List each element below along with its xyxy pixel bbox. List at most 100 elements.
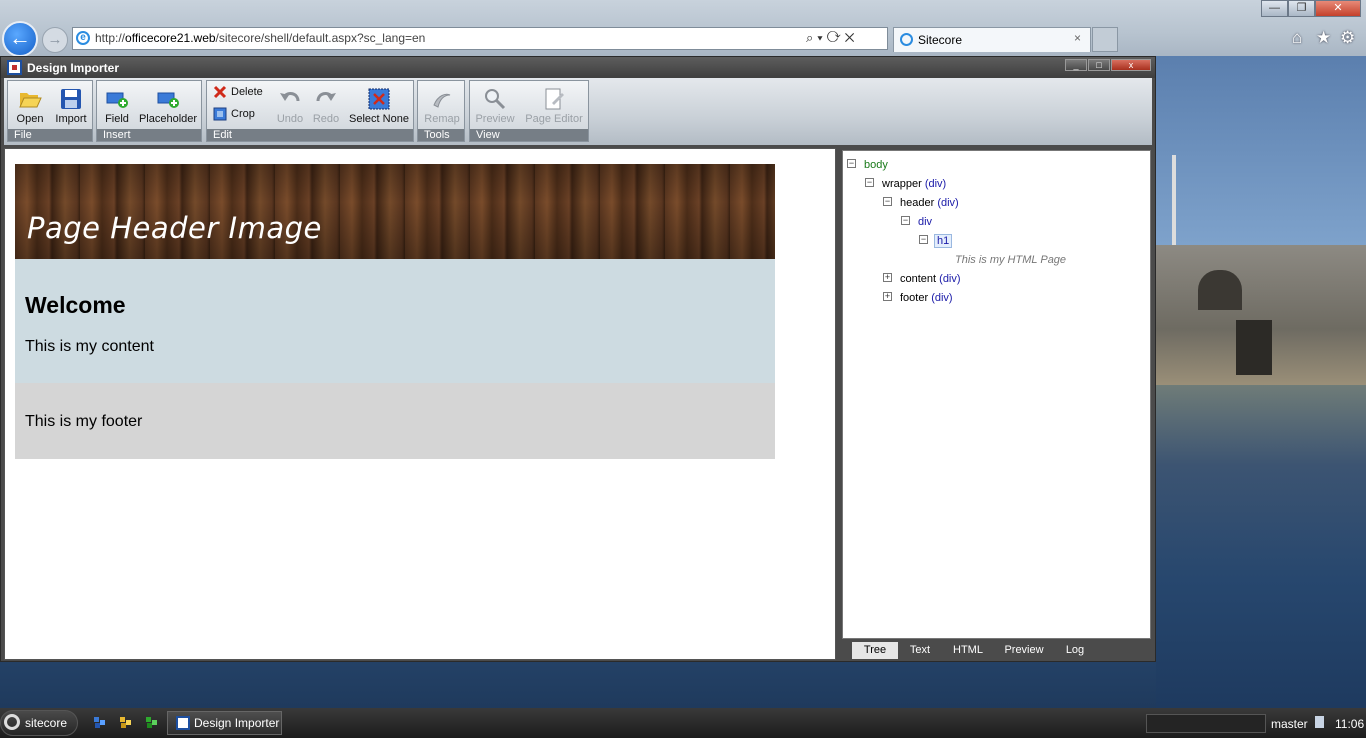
- collapse-toggle-icon[interactable]: +: [883, 292, 892, 301]
- floppy-disk-icon: [61, 89, 81, 109]
- preview-button[interactable]: Preview: [474, 83, 516, 125]
- import-label: Import: [55, 113, 87, 125]
- tree-node-label: footer: [900, 292, 929, 304]
- browser-tab-sitecore[interactable]: Sitecore: [893, 27, 1091, 52]
- expand-toggle-icon[interactable]: −: [883, 197, 892, 206]
- window-close-button[interactable]: ✕: [1315, 0, 1361, 17]
- remap-icon: [433, 93, 451, 108]
- tab-log[interactable]: Log: [1058, 642, 1092, 659]
- tree-node-label: header: [900, 197, 935, 209]
- url-host: officecore21.web: [125, 31, 216, 45]
- tools-group-label: Tools: [418, 129, 464, 141]
- ribbon: Open Import File Field Placeholder Inser…: [4, 78, 1152, 145]
- undo-button[interactable]: Undo: [273, 83, 307, 125]
- crop-button[interactable]: Crop: [211, 105, 255, 123]
- magnifier-icon: [485, 89, 506, 110]
- edit-group-label: Edit: [207, 129, 413, 141]
- quicklaunch-blue-icon[interactable]: [93, 716, 106, 729]
- content-text[interactable]: This is my content: [25, 338, 154, 356]
- crop-label: Crop: [231, 108, 255, 120]
- address-bar[interactable]: http://officecore21.web/sitecore/shell/d…: [72, 27, 888, 50]
- add-field-icon: [106, 92, 128, 108]
- add-placeholder-icon: [157, 92, 179, 108]
- tab-tree[interactable]: Tree: [852, 642, 898, 659]
- window-minimize-button[interactable]: —: [1261, 0, 1288, 17]
- expand-toggle-icon[interactable]: −: [847, 159, 856, 168]
- database-indicator[interactable]: master: [1271, 717, 1308, 731]
- delete-label: Delete: [231, 86, 263, 98]
- address-tools-icon[interactable]: ⌕▾⟳✕: [806, 30, 859, 46]
- wallpaper-water: [1156, 385, 1366, 708]
- tree-node-tag: (div): [939, 273, 961, 285]
- expand-toggle-icon[interactable]: −: [919, 235, 928, 244]
- import-button[interactable]: Import: [52, 83, 90, 125]
- tab-ie-icon: [900, 33, 913, 46]
- redo-button[interactable]: Redo: [309, 83, 343, 125]
- placeholder-button[interactable]: Placeholder: [137, 83, 199, 125]
- tree-node-div[interactable]: div: [918, 216, 932, 228]
- app-close-button[interactable]: x: [1111, 59, 1151, 71]
- delete-x-icon: [213, 85, 227, 99]
- tree-node-footer[interactable]: footer (div): [900, 292, 953, 304]
- preview-label: Preview: [475, 113, 515, 125]
- new-tab-button[interactable]: [1092, 27, 1118, 52]
- tree-node-header[interactable]: header (div): [900, 197, 959, 209]
- sitecore-orb-icon: [4, 714, 20, 730]
- database-icon: [1315, 716, 1324, 728]
- expand-toggle-icon[interactable]: −: [865, 178, 874, 187]
- tree-node-h1-selected[interactable]: h1: [934, 234, 953, 248]
- wallpaper-fortress-door: [1236, 320, 1272, 375]
- collapse-toggle-icon[interactable]: +: [883, 273, 892, 282]
- app-maximize-button[interactable]: □: [1088, 59, 1110, 71]
- home-icon[interactable]: ⌂: [1292, 28, 1302, 48]
- welcome-heading[interactable]: Welcome: [25, 292, 126, 319]
- content-block[interactable]: [15, 259, 775, 383]
- ribbon-group-edit: Delete Crop Undo Redo Select None Edit: [206, 80, 414, 142]
- crop-icon: [213, 107, 227, 121]
- favorites-star-icon[interactable]: ★: [1316, 28, 1331, 48]
- select-none-button[interactable]: Select None: [347, 83, 411, 125]
- app-title-bar: [1, 57, 1155, 78]
- remap-label: Remap: [424, 113, 460, 125]
- select-none-label: Select None: [349, 113, 409, 125]
- redo-icon: [316, 92, 336, 102]
- delete-button[interactable]: Delete: [211, 83, 263, 101]
- undo-label: Undo: [276, 113, 304, 125]
- window-maximize-button[interactable]: ❐: [1288, 0, 1315, 17]
- open-button[interactable]: Open: [12, 83, 48, 125]
- expand-toggle-icon[interactable]: −: [901, 216, 910, 225]
- quicklaunch-green-icon[interactable]: [145, 716, 158, 729]
- forward-button[interactable]: →: [42, 27, 68, 53]
- pane-tab-bar: Tree Text HTML Preview Log: [842, 642, 1151, 659]
- quicklaunch-yellow-icon[interactable]: [119, 716, 132, 729]
- select-none-icon: [368, 88, 390, 110]
- remap-button[interactable]: Remap: [422, 83, 462, 125]
- ribbon-group-view: Preview Page Editor View: [469, 80, 589, 142]
- tree-node-tag: (div): [931, 292, 953, 304]
- gear-icon[interactable]: ⚙: [1340, 28, 1355, 48]
- folder-open-icon: [19, 93, 42, 108]
- footer-text[interactable]: This is my footer: [25, 413, 142, 431]
- page-editor-button[interactable]: Page Editor: [522, 83, 586, 125]
- tree-node-body[interactable]: body: [864, 159, 888, 171]
- file-group-label: File: [8, 129, 92, 141]
- tab-preview[interactable]: Preview: [998, 642, 1050, 659]
- wallpaper-mast: [1172, 155, 1176, 255]
- tab-text[interactable]: Text: [900, 642, 940, 659]
- tree-node-content[interactable]: content (div): [900, 273, 961, 285]
- tab-html[interactable]: HTML: [946, 642, 990, 659]
- field-button[interactable]: Field: [101, 83, 133, 125]
- tree-node-wrapper[interactable]: wrapper (div): [882, 178, 946, 190]
- open-label: Open: [16, 113, 44, 125]
- tab-close-icon[interactable]: ×: [1074, 31, 1081, 45]
- design-importer-window: Design Importer _ □ x Open Import File F…: [0, 56, 1156, 662]
- taskbar-search-input[interactable]: [1146, 714, 1266, 733]
- redo-label: Redo: [312, 113, 340, 125]
- wallpaper-sky: [1156, 56, 1366, 251]
- ribbon-group-file: Open Import File: [7, 80, 93, 142]
- ie-logo-icon: e: [76, 31, 90, 45]
- back-button[interactable]: ←: [2, 21, 38, 57]
- dom-tree-pane: − body − wrapper (div) − header (div) − …: [842, 150, 1151, 639]
- design-preview-pane[interactable]: Page Header Image Welcome This is my con…: [4, 148, 836, 660]
- app-minimize-button[interactable]: _: [1065, 59, 1087, 71]
